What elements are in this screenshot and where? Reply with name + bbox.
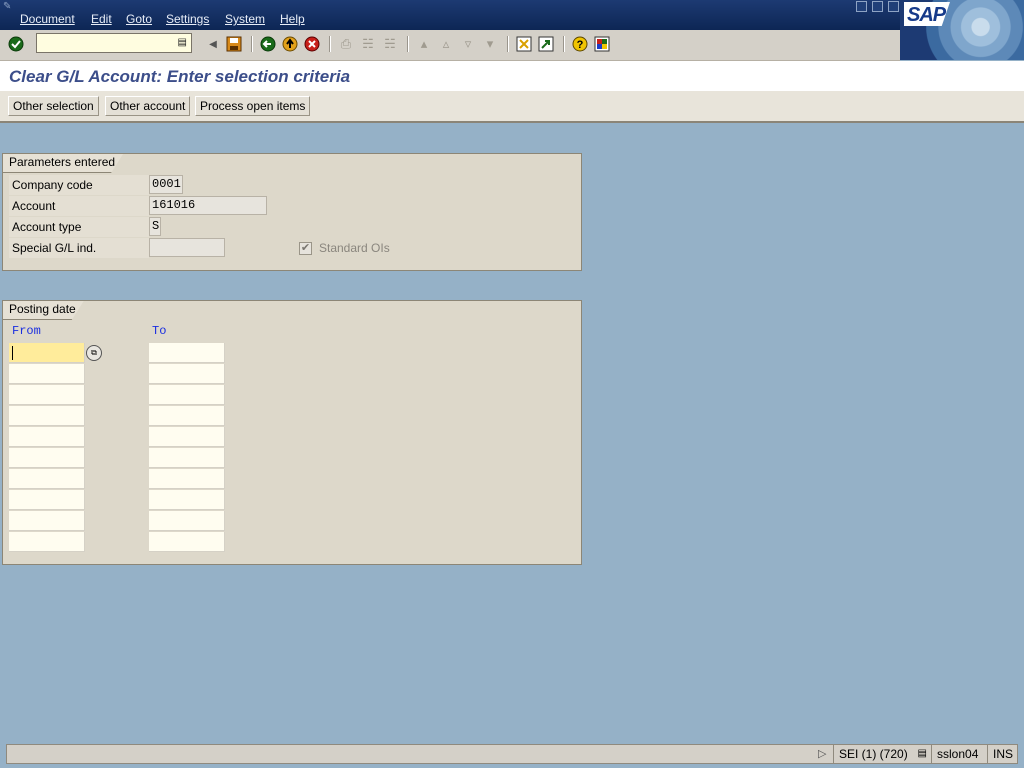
posting-date-to-input[interactable] (149, 385, 225, 405)
company-code-field: 0001 (149, 175, 183, 194)
posting-date-from-input[interactable] (9, 448, 85, 468)
value-help-icon[interactable]: ⧉ (86, 345, 102, 361)
from-column-header: From (12, 324, 41, 338)
status-bar: ▷ SEI (1) (720) ▤ sslon04 INS (6, 744, 1018, 764)
posting-date-to-input[interactable] (149, 427, 225, 447)
toolbar-separator (407, 36, 409, 52)
posting-date-to-input[interactable] (149, 490, 225, 510)
other-selection-button[interactable]: Other selection (8, 96, 99, 116)
posting-date-to-input[interactable] (149, 532, 225, 552)
insert-mode: INS (987, 745, 1019, 763)
enter-check-icon[interactable] (7, 35, 25, 53)
posting-date-to-input[interactable] (149, 343, 225, 363)
special-gl-label: Special G/L ind. (12, 241, 97, 255)
posting-date-to-input[interactable] (149, 406, 225, 426)
session-text: SEI (1) (720) (839, 747, 908, 761)
restore-icon[interactable] (872, 1, 883, 12)
session-info: SEI (1) (720) ▤ (833, 745, 931, 763)
shortcut-icon[interactable] (537, 35, 555, 53)
title-bar: Clear G/L Account: Enter selection crite… (0, 61, 1024, 91)
server-info: sslon04 (931, 745, 987, 763)
posting-date-from-input[interactable] (9, 490, 85, 510)
application-toolbar: Other selection Other account Process op… (0, 91, 1024, 123)
other-account-button[interactable]: Other account (105, 96, 191, 116)
standard-ois-checkbox: ✔ (299, 242, 312, 255)
minimize-icon[interactable] (856, 1, 867, 12)
create-session-icon[interactable] (515, 35, 533, 53)
layout-menu-icon[interactable] (593, 35, 611, 53)
cancel-icon[interactable] (303, 35, 321, 53)
command-history-icon[interactable]: ▤ (178, 37, 187, 48)
close-icon[interactable] (888, 1, 899, 12)
sap-logo: SAP (904, 2, 950, 26)
posting-date-to-input[interactable] (149, 511, 225, 531)
svg-text:?: ? (577, 39, 584, 51)
save-icon[interactable] (225, 35, 243, 53)
posting-date-from-input[interactable] (9, 532, 85, 552)
sap-brand-badge: SAP (900, 0, 1024, 60)
find-icon: ☵ (362, 36, 374, 51)
posting-date-from-input[interactable] (9, 364, 85, 384)
account-field: 161016 (149, 196, 267, 215)
standard-toolbar: ▤ ◀ ⎙ ☵ ☵ ▴ ▵ ▿ ▾ ? (0, 30, 900, 61)
back-icon[interactable] (259, 35, 277, 53)
menu-settings[interactable]: Settings (166, 12, 209, 26)
account-type-label: Account type (12, 220, 82, 234)
posting-date-from-input[interactable] (9, 343, 85, 363)
help-icon[interactable]: ? (571, 35, 589, 53)
command-field[interactable]: ▤ (36, 33, 192, 53)
posting-date-from-input[interactable] (9, 511, 85, 531)
toolbar-separator (563, 36, 565, 52)
company-code-label: Company code (12, 178, 93, 192)
status-expand-icon[interactable]: ▷ (818, 747, 826, 760)
find-next-icon: ☵ (384, 36, 396, 51)
account-type-field: S (149, 217, 161, 236)
sap-logo-text: SAP (907, 4, 946, 26)
toolbar-separator (507, 36, 509, 52)
posting-date-to-input[interactable] (149, 448, 225, 468)
menu-help[interactable]: Help (280, 12, 305, 26)
posting-date-group-title: Posting date (3, 301, 84, 320)
session-list-icon[interactable]: ▤ (918, 745, 927, 763)
to-column-header: To (152, 324, 167, 338)
page-title: Clear G/L Account: Enter selection crite… (9, 67, 351, 86)
special-gl-field (149, 238, 225, 257)
toolbar-separator (251, 36, 253, 52)
posting-date-from-input[interactable] (9, 427, 85, 447)
parameters-group-title: Parameters entered (3, 154, 123, 173)
menu-document[interactable]: Document (20, 12, 75, 26)
first-page-icon: ▴ (420, 36, 428, 51)
parameters-group: Parameters entered Company code 0001 Acc… (2, 153, 582, 271)
print-icon: ⎙ (340, 36, 352, 51)
sap-gui-icon[interactable]: ✎ (3, 1, 11, 12)
menu-system[interactable]: System (225, 12, 265, 26)
command-toggle-icon[interactable]: ◀ (204, 35, 222, 53)
standard-ois-label: Standard OIs (319, 241, 390, 255)
menu-goto[interactable]: Goto (126, 12, 152, 26)
posting-date-group: Posting date From To ⧉ (2, 300, 582, 565)
next-page-icon: ▿ (464, 36, 472, 51)
posting-date-from-input[interactable] (9, 469, 85, 489)
account-label: Account (12, 199, 56, 213)
posting-date-from-input[interactable] (9, 385, 85, 405)
menu-bar: ✎ Document Edit Goto Settings System Hel… (0, 0, 1024, 60)
posting-date-to-input[interactable] (149, 469, 225, 489)
toolbar-separator (329, 36, 331, 52)
menu-edit[interactable]: Edit (91, 12, 112, 26)
posting-date-from-input[interactable] (9, 406, 85, 426)
process-open-items-button[interactable]: Process open items (195, 96, 311, 116)
last-page-icon: ▾ (486, 36, 494, 51)
posting-date-to-input[interactable] (149, 364, 225, 384)
exit-icon[interactable] (281, 35, 299, 53)
previous-page-icon: ▵ (442, 36, 450, 51)
text-cursor (12, 346, 13, 360)
